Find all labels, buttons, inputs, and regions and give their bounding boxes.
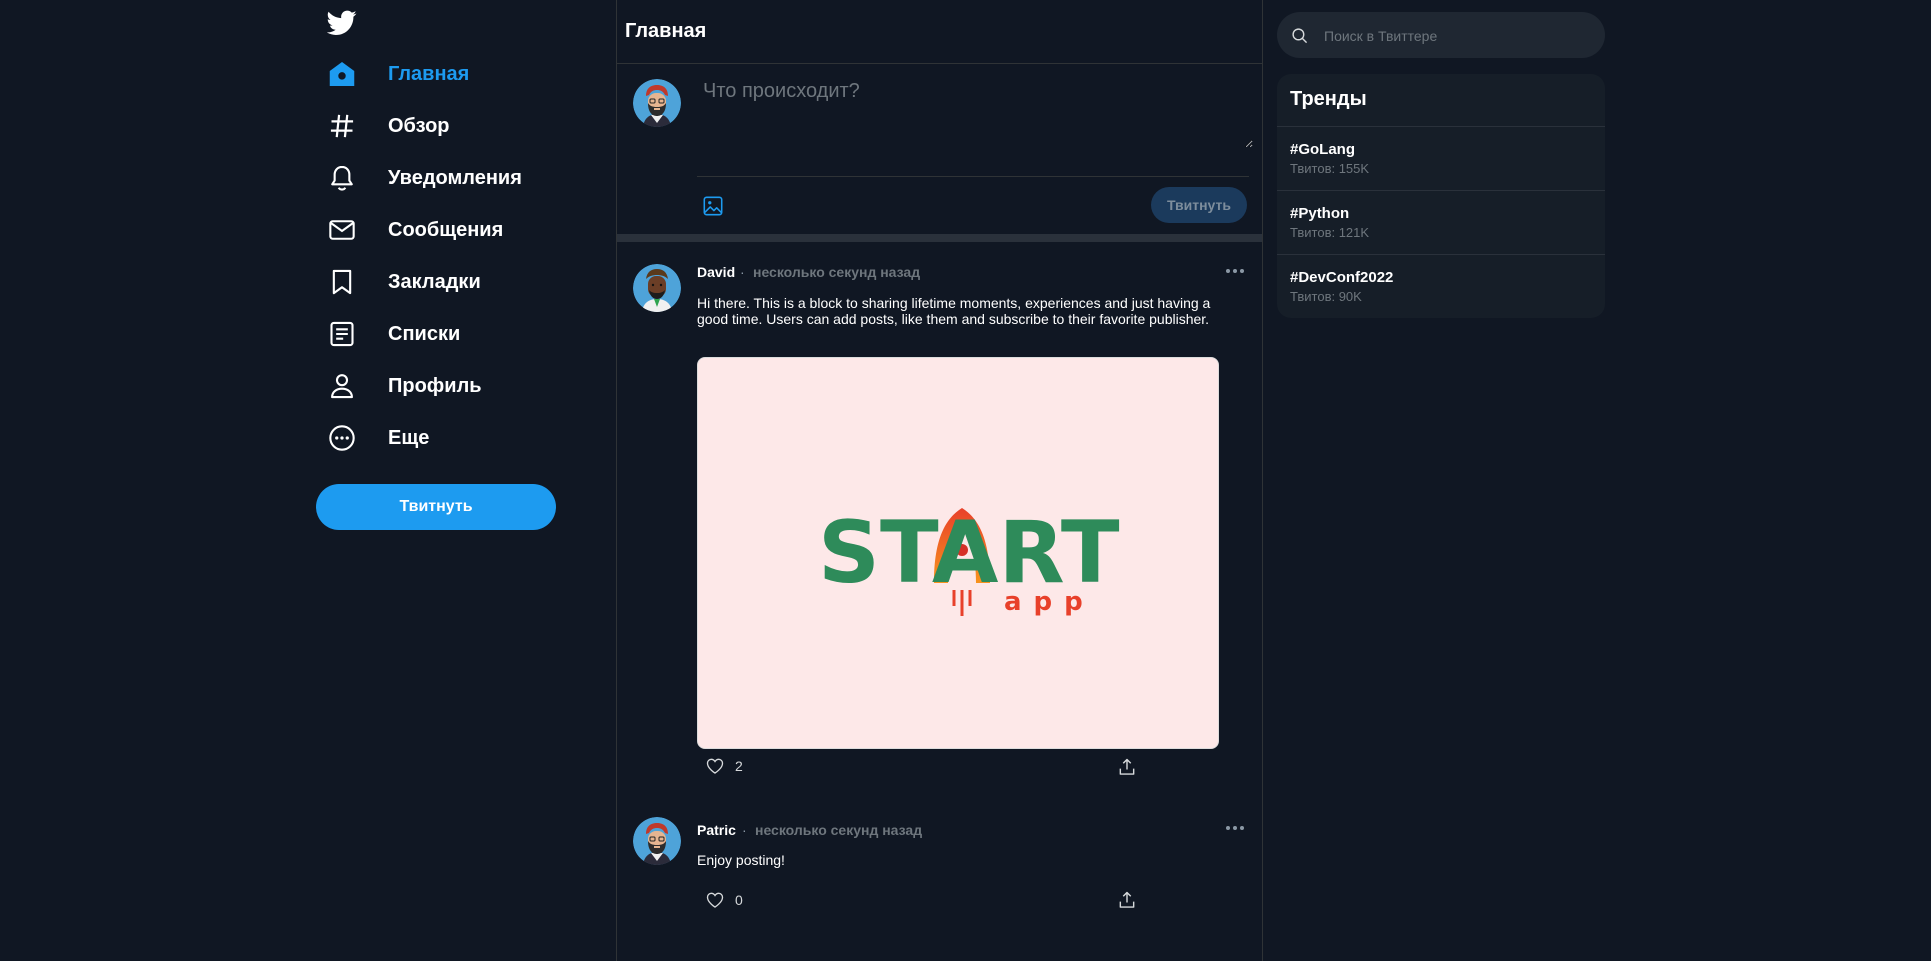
hashtag-icon — [330, 114, 354, 138]
composer-divider — [697, 176, 1249, 177]
more-circle-icon — [329, 425, 355, 451]
avatar-bearded-man-icon — [633, 79, 681, 127]
heart-icon — [706, 758, 724, 774]
list-icon — [330, 321, 354, 347]
heart-icon — [706, 892, 724, 908]
nav-item-explore[interactable]: Обзор — [328, 106, 450, 146]
post-author[interactable]: David — [697, 264, 735, 280]
nav-item-profile[interactable]: Профиль — [328, 366, 482, 406]
nav-label-lists: Списки — [388, 322, 461, 345]
post-avatar[interactable] — [633, 817, 681, 865]
trend-item[interactable]: #Python Твитов: 121K — [1277, 190, 1605, 255]
nav-label-explore: Обзор — [388, 114, 450, 137]
trend-item[interactable]: #DevConf2022 Твитов: 90K — [1277, 254, 1605, 318]
nav-item-bookmarks[interactable]: Закладки — [328, 262, 481, 302]
post-separator: · — [742, 822, 747, 838]
trend-tag: #GoLang — [1290, 141, 1356, 158]
trend-count: Твитов: 90K — [1290, 289, 1362, 304]
more-horizontal-icon[interactable] — [1223, 263, 1247, 279]
page-title: Главная — [625, 20, 707, 42]
trend-item[interactable]: #GoLang Твитов: 155K — [1277, 126, 1605, 191]
trend-tag: #Python — [1290, 205, 1350, 222]
post-text: Enjoy posting! — [697, 852, 785, 868]
post-time: несколько секунд назад — [755, 822, 923, 838]
nav-label-home: Главная — [388, 62, 470, 85]
avatar-bearded-man-icon — [633, 817, 681, 865]
like-count: 0 — [735, 892, 743, 908]
user-icon — [331, 374, 353, 399]
home-icon — [329, 61, 355, 87]
logo-word-app: app — [1004, 587, 1095, 617]
search-input[interactable] — [1322, 24, 1596, 48]
compose-textarea[interactable] — [701, 78, 1253, 148]
more-horizontal-icon[interactable] — [1223, 820, 1247, 836]
post-image[interactable]: START app — [697, 357, 1219, 749]
nav-item-notifications[interactable]: Уведомления — [328, 158, 522, 198]
trends-title: Тренды — [1290, 88, 1367, 110]
image-icon — [703, 196, 723, 216]
post-card: David · несколько секунд назад Hi there.… — [617, 242, 1262, 800]
bell-icon — [331, 165, 353, 191]
nav-label-notifications: Уведомления — [388, 166, 522, 189]
search-box[interactable] — [1277, 12, 1605, 58]
nav-label-messages: Сообщения — [388, 218, 504, 241]
like-button[interactable]: 0 — [705, 890, 743, 910]
sidebar-tweet-button[interactable]: Твитнуть — [316, 484, 556, 530]
trend-tag: #DevConf2022 — [1290, 269, 1394, 286]
tweet-composer: Твитнуть — [617, 64, 1262, 234]
start-app-logo: START app — [818, 503, 1120, 617]
like-count: 2 — [735, 758, 743, 774]
nav-label-profile: Профиль — [388, 374, 482, 397]
nav-item-lists[interactable]: Списки — [328, 314, 460, 354]
post-card: Patric · несколько секунд назад Enjoy po… — [617, 800, 1262, 961]
like-button[interactable]: 2 — [705, 756, 743, 776]
post-separator: · — [740, 264, 745, 280]
share-icon[interactable] — [1117, 890, 1137, 910]
bookmark-icon — [332, 269, 352, 295]
nav-item-messages[interactable]: Сообщения — [328, 210, 503, 250]
share-icon[interactable] — [1117, 757, 1137, 777]
envelope-icon — [329, 220, 355, 240]
trend-count: Твитов: 121K — [1290, 225, 1370, 240]
nav-item-more[interactable]: Еще — [328, 418, 429, 458]
post-author[interactable]: Patric — [697, 822, 736, 838]
add-media-button[interactable] — [699, 192, 727, 220]
nav-label-more: Еще — [388, 426, 430, 449]
composer-avatar[interactable] — [633, 79, 681, 127]
twitter-bird-icon[interactable] — [327, 10, 357, 36]
post-text: Hi there. This is a block to sharing lif… — [697, 295, 1211, 327]
trend-count: Твитов: 155K — [1290, 161, 1370, 176]
post-time: несколько секунд назад — [753, 264, 921, 280]
trends-panel: Тренды #GoLang Твитов: 155K #Python Твит… — [1277, 74, 1605, 318]
composer-separator — [617, 234, 1262, 242]
post-avatar[interactable] — [633, 264, 681, 312]
main-feed: Главная Твитнуть — [616, 0, 1263, 961]
nav-item-home[interactable]: Главная — [328, 54, 469, 94]
search-icon — [1292, 28, 1308, 44]
main-header: Главная — [617, 0, 1262, 64]
nav-label-bookmarks: Закладки — [388, 270, 481, 293]
sidebar: Главная Обзор Уведомления Сообщения Закл… — [316, 0, 616, 961]
avatar-dark-man-icon — [633, 264, 681, 312]
composer-tweet-button[interactable]: Твитнуть — [1151, 187, 1247, 223]
